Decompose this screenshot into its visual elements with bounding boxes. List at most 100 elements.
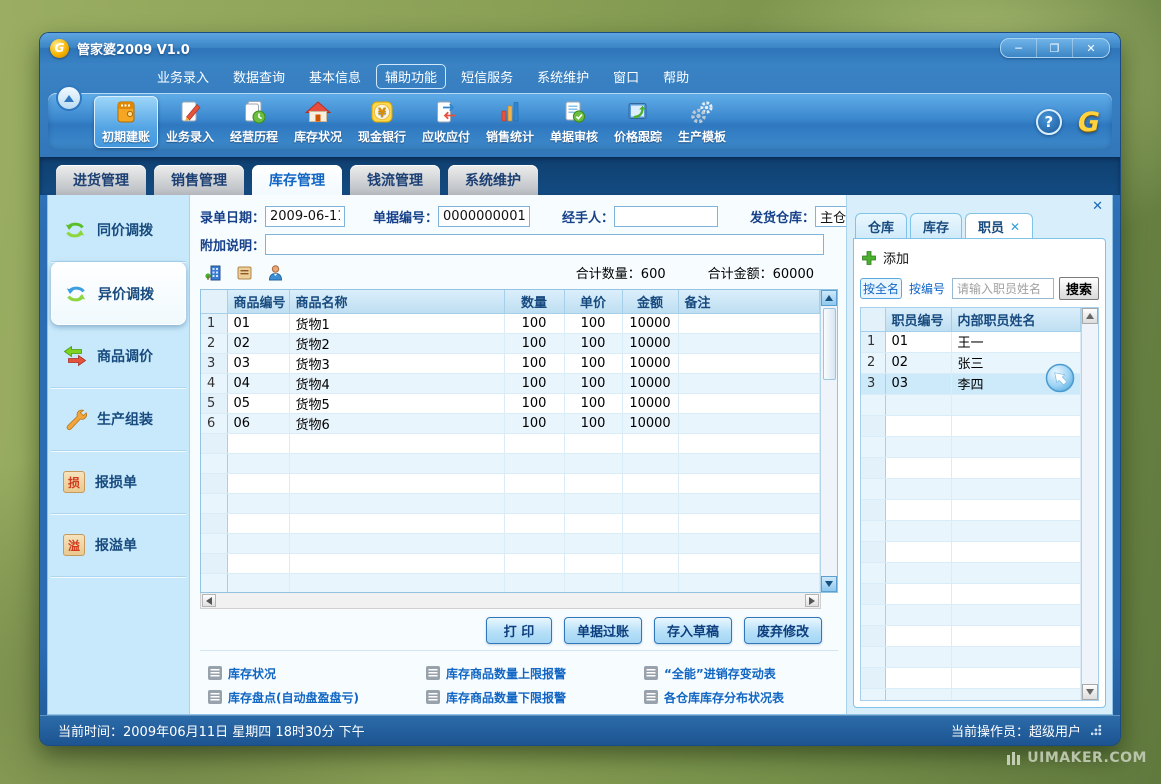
item-row[interactable]: 5 05 货物5 100 100 10000 (201, 393, 820, 413)
toolbar-button-operation-history[interactable]: 经营历程 (222, 96, 286, 148)
menu-item-window[interactable]: 窗口 (604, 64, 648, 89)
scrollbar-thumb[interactable] (823, 308, 836, 380)
tab-inventory-management[interactable]: 库存管理 (252, 165, 342, 195)
employee-search-input[interactable] (952, 278, 1054, 299)
toolbar-button-price-tracking[interactable]: 价格跟踪 (606, 96, 670, 148)
toolbar-button-receivable-payable[interactable]: 应收应付 (414, 96, 478, 148)
link-stock-lower-limit-alarm[interactable]: 库存商品数量下限报警 (426, 689, 644, 706)
help-button[interactable]: ? (1036, 109, 1062, 135)
toolbar-button-business-entry[interactable]: 业务录入 (158, 96, 222, 148)
save-draft-button[interactable]: 存入草稿 (654, 617, 732, 644)
lookup-tab-warehouse[interactable]: 仓库 (855, 213, 907, 239)
warehouse-building-icon[interactable] (204, 263, 223, 282)
empty-row (861, 415, 1081, 436)
toolbar-button-production-template[interactable]: 生产模板 (670, 96, 734, 148)
scroll-left-icon[interactable] (202, 594, 216, 607)
post-document-button[interactable]: 单据过账 (564, 617, 642, 644)
menu-item-aux-functions[interactable]: 辅助功能 (376, 64, 446, 89)
tab-sales-management[interactable]: 销售管理 (154, 165, 244, 195)
product-name-cell: 货物6 (289, 413, 504, 433)
discard-changes-button[interactable]: 废弃修改 (744, 617, 822, 644)
tab-purchase-management[interactable]: 进货管理 (56, 165, 146, 195)
maximize-button[interactable]: ❐ (1037, 39, 1073, 57)
menu-item-help[interactable]: 帮助 (654, 64, 698, 89)
sidebar-item-label: 异价调拨 (98, 284, 154, 304)
link-inventory-status[interactable]: 库存状况 (208, 665, 426, 682)
item-row[interactable]: 3 03 货物3 100 100 10000 (201, 353, 820, 373)
menu-item-system-maintenance[interactable]: 系统维护 (528, 64, 598, 89)
sidebar-item-label: 生产组装 (97, 409, 153, 429)
resize-grip[interactable] (1091, 725, 1102, 736)
link-almighty-flow-table[interactable]: “全能”进销存变动表 (644, 665, 838, 682)
items-vertical-scrollbar[interactable] (820, 290, 837, 592)
record-date-field[interactable] (265, 206, 345, 227)
print-button[interactable]: 打 印 (486, 617, 552, 644)
link-warehouse-distribution-table[interactable]: 各仓库库存分布状况表 (644, 689, 838, 706)
goods-box-icon[interactable] (235, 263, 254, 282)
sidebar-item-same-price-transfer[interactable]: 同价调拨 (51, 199, 186, 262)
col-header-remark[interactable]: 备注 (678, 290, 820, 313)
col-header-employee-name[interactable]: 内部职员姓名 (951, 308, 1081, 331)
collapse-toolbar-button[interactable] (56, 85, 82, 111)
handler-field[interactable] (614, 206, 718, 227)
document-panel: 录单日期： 单据编号： 经手人： 发货仓库： 附加说明： (190, 195, 846, 714)
quantity-cell: 100 (504, 333, 564, 353)
filter-by-code[interactable]: 按编号 (907, 279, 947, 298)
sidebar-item-diff-price-transfer[interactable]: 异价调拨 (51, 262, 186, 325)
menu-item-data-query[interactable]: 数据查询 (224, 64, 294, 89)
col-header-amount[interactable]: 金额 (622, 290, 678, 313)
scroll-up-icon[interactable] (1082, 308, 1098, 324)
filter-by-fullname[interactable]: 按全名 (860, 278, 902, 299)
tab-close-icon[interactable]: ✕ (1010, 220, 1020, 234)
items-grid: 商品编号 商品名称 数量 单价 金额 备注 1 01 (200, 289, 838, 593)
lookup-tab-employee[interactable]: 职员 ✕ (965, 213, 1033, 239)
add-employee-button[interactable]: 添加 (860, 245, 1099, 277)
link-stocktaking[interactable]: 库存盘点(自动盘盈盘亏) (208, 689, 426, 706)
link-stock-upper-limit-alarm[interactable]: 库存商品数量上限报警 (426, 665, 644, 682)
item-row[interactable]: 4 04 货物4 100 100 10000 (201, 373, 820, 393)
employee-person-icon[interactable] (266, 263, 285, 282)
watermark: UIMAKER.COM (1007, 750, 1147, 766)
item-row[interactable]: 1 01 货物1 100 100 10000 (201, 313, 820, 333)
doc-no-field[interactable] (438, 206, 530, 227)
toolbar-button-cash-bank[interactable]: ¥ 现金银行 (350, 96, 414, 148)
lookup-tab-inventory[interactable]: 库存 (910, 213, 962, 239)
col-header-quantity[interactable]: 数量 (504, 290, 564, 313)
sidebar-item-overflow-report[interactable]: 溢 报溢单 (51, 514, 186, 577)
panel-close-icon[interactable]: ✕ (1092, 199, 1103, 214)
col-header-product-name[interactable]: 商品名称 (289, 290, 504, 313)
col-header-product-code[interactable]: 商品编号 (227, 290, 289, 313)
toolbar-button-sales-statistics[interactable]: 销售统计 (478, 96, 542, 148)
scroll-right-icon[interactable] (805, 594, 819, 607)
row-number: 3 (201, 353, 227, 373)
item-row[interactable]: 2 02 货物2 100 100 10000 (201, 333, 820, 353)
minimize-button[interactable]: ─ (1001, 39, 1037, 57)
toolbar-button-label: 业务录入 (166, 128, 214, 145)
close-button[interactable]: ✕ (1073, 39, 1109, 57)
col-header-unit-price[interactable]: 单价 (564, 290, 622, 313)
menu-item-sms-service[interactable]: 短信服务 (452, 64, 522, 89)
toolbar-button-inventory-status[interactable]: 库存状况 (286, 96, 350, 148)
note-field[interactable] (265, 234, 824, 255)
employee-row[interactable]: 1 01 王一 (861, 331, 1081, 352)
item-row[interactable]: 6 06 货物6 100 100 10000 (201, 413, 820, 433)
search-button[interactable]: 搜索 (1059, 277, 1099, 300)
col-header-employee-code[interactable]: 职员编号 (885, 308, 951, 331)
menu-item-business-entry[interactable]: 业务录入 (148, 64, 218, 89)
items-horizontal-scrollbar[interactable] (200, 593, 821, 609)
scroll-down-icon[interactable] (1082, 684, 1098, 700)
tab-system-maintenance[interactable]: 系统维护 (448, 165, 538, 195)
sidebar-item-loss-report[interactable]: 损 报损单 (51, 451, 186, 514)
toolbar-button-document-audit[interactable]: 单据审核 (542, 96, 606, 148)
menu-item-basic-info[interactable]: 基本信息 (300, 64, 370, 89)
tab-cashflow-management[interactable]: 钱流管理 (350, 165, 440, 195)
selection-cursor-icon (1044, 362, 1076, 394)
sidebar-item-production-assembly[interactable]: 生产组装 (51, 388, 186, 451)
current-operator-text: 当前操作员：超级用户 (951, 721, 1081, 740)
employee-vertical-scrollbar[interactable] (1081, 308, 1098, 700)
scroll-up-icon[interactable] (821, 290, 837, 306)
scroll-down-icon[interactable] (821, 576, 837, 592)
toolbar-button-initial-setup[interactable]: 初期建账 (94, 96, 158, 148)
sidebar-item-price-adjustment[interactable]: 商品调价 (51, 325, 186, 388)
row-number-header (861, 308, 885, 331)
